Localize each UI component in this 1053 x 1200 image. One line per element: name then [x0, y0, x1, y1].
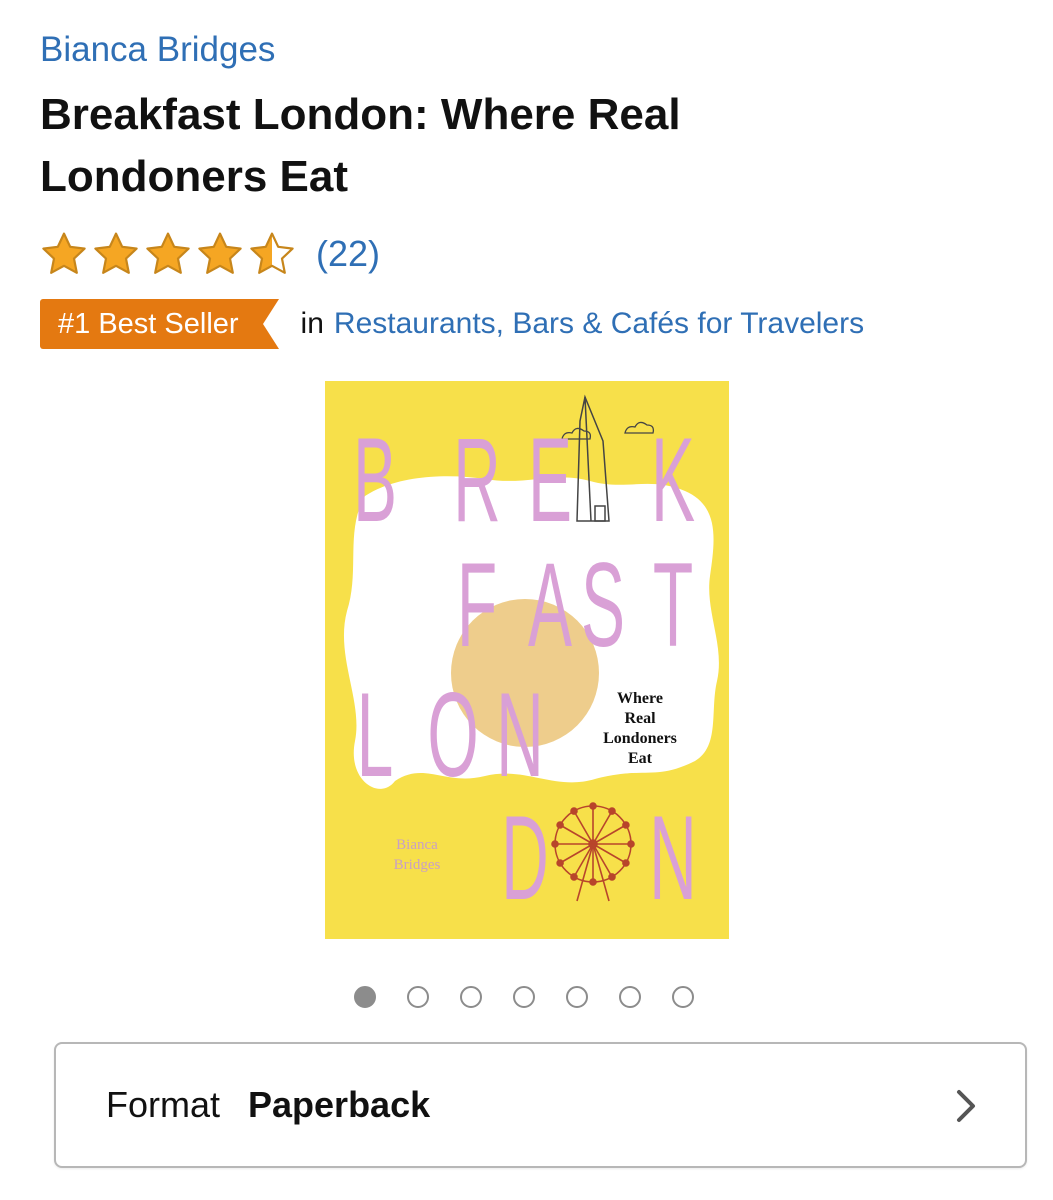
cover-letter: T: [653, 537, 693, 672]
cover-author-line: Bridges: [394, 857, 441, 873]
image-carousel-dots: [354, 986, 725, 1008]
cover-letter: E: [528, 412, 572, 547]
star-icon: [250, 232, 294, 274]
in-label: in: [300, 307, 324, 340]
carousel-dot[interactable]: [619, 986, 641, 1008]
format-value: Paperback: [248, 1084, 431, 1125]
cover-author: Bianca Bridges: [394, 837, 441, 873]
chevron-right-icon: [957, 1090, 975, 1122]
cloud-icon: [624, 421, 655, 434]
rating-row: (22): [40, 226, 380, 282]
star-icon: [94, 232, 138, 274]
cover-letter: D: [501, 790, 549, 925]
cover-letter: N: [496, 667, 544, 802]
format-label: Format: [106, 1084, 221, 1125]
carousel-dot[interactable]: [672, 986, 694, 1008]
cover-letter: N: [649, 790, 697, 925]
subtitle-line: Real: [624, 710, 656, 727]
star-icon: [198, 232, 242, 274]
author-link[interactable]: Bianca Bridges: [40, 28, 275, 72]
cover-letter: B: [353, 412, 397, 547]
format-selector[interactable]: Format Paperback: [54, 1042, 1027, 1168]
carousel-dot[interactable]: [566, 986, 588, 1008]
carousel-dot[interactable]: [460, 986, 482, 1008]
best-seller-badge[interactable]: #1 Best Seller: [40, 299, 263, 349]
best-seller-row: #1 Best Seller in Restaurants, Bars & Ca…: [40, 298, 864, 350]
cover-letter: R: [453, 412, 501, 547]
cover-letter: L: [357, 667, 394, 802]
review-count-link[interactable]: (22): [316, 233, 380, 275]
book-cover-art: B R E KF A S TL O ND N Where Real Londoners Eat B…: [343, 394, 719, 925]
badge-tail: [262, 299, 279, 349]
cover-letter: S: [581, 537, 625, 672]
best-seller-label: #1 Best Seller: [58, 307, 239, 340]
carousel-dot[interactable]: [513, 986, 535, 1008]
cover-letter: O: [427, 667, 478, 802]
cover-author-line: Bianca: [396, 837, 438, 853]
subtitle-line: Where: [617, 690, 663, 707]
ferris-wheel-icon: [551, 802, 635, 902]
cover-letter: K: [651, 412, 695, 547]
star-icon: [42, 232, 86, 274]
star-icon: [146, 232, 190, 274]
star-rating[interactable]: [40, 230, 300, 278]
subtitle-line: Eat: [628, 750, 653, 767]
subtitle-line: Londoners: [603, 730, 677, 747]
carousel-dot[interactable]: [407, 986, 429, 1008]
category-link[interactable]: Restaurants, Bars & Cafés for Travelers: [334, 307, 864, 341]
book-cover-image[interactable]: BREKFASTLONDN Where Real Londoners Eat B…: [325, 381, 729, 939]
product-title: Breakfast London: Where Real Londoners E…: [40, 90, 681, 201]
carousel-dot[interactable]: [354, 986, 376, 1008]
cover-letter: A: [528, 537, 572, 672]
cover-letter: F: [457, 537, 497, 672]
